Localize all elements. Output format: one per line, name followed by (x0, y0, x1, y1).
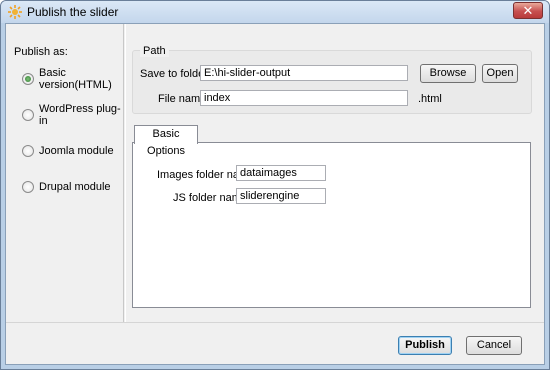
radio-joomla-module[interactable]: Joomla module (22, 144, 114, 158)
radio-button[interactable] (22, 145, 34, 157)
radio-button[interactable] (22, 109, 34, 121)
footer-separator (6, 322, 544, 323)
dialog-body: Publish as: Basic version(HTML) WordPres… (5, 23, 545, 365)
publish-button[interactable]: Publish (398, 336, 452, 355)
cancel-button[interactable]: Cancel (466, 336, 522, 355)
radio-label: Joomla module (39, 145, 114, 157)
radio-label: WordPress plug-in (39, 103, 121, 127)
publish-as-heading: Publish as: (14, 46, 68, 58)
file-extension-label: .html (418, 93, 442, 105)
images-folder-input[interactable]: dataimages (236, 165, 326, 181)
publish-dialog: Publish the slider ✕ Publish as: Basic v… (0, 0, 550, 370)
radio-button[interactable] (22, 181, 34, 193)
close-icon: ✕ (522, 3, 534, 18)
save-to-folder-input[interactable]: E:\hi-slider-output (200, 65, 408, 81)
publish-as-panel: Publish as: Basic version(HTML) WordPres… (6, 24, 124, 322)
radio-label: Drupal module (39, 181, 111, 193)
sidebar-divider (125, 24, 126, 322)
radio-basic-html[interactable]: Basic version(HTML) (22, 67, 123, 91)
basic-options-panel (132, 142, 531, 308)
app-icon (8, 5, 22, 19)
path-group-label: Path (140, 45, 169, 57)
browse-button[interactable]: Browse (420, 64, 476, 83)
radio-drupal-module[interactable]: Drupal module (22, 180, 111, 194)
close-button[interactable]: ✕ (513, 2, 543, 19)
open-button[interactable]: Open (482, 64, 518, 83)
file-name-input[interactable]: index (200, 90, 408, 106)
js-folder-input[interactable]: sliderengine (236, 188, 326, 204)
radio-button-checked[interactable] (22, 73, 34, 85)
window-title: Publish the slider (27, 5, 119, 19)
radio-label: Basic version(HTML) (39, 67, 112, 91)
radio-wordpress-plugin[interactable]: WordPress plug-in (22, 103, 123, 127)
title-bar[interactable]: Publish the slider ✕ (1, 1, 549, 23)
tab-basic-options[interactable]: Basic Options (134, 125, 198, 157)
